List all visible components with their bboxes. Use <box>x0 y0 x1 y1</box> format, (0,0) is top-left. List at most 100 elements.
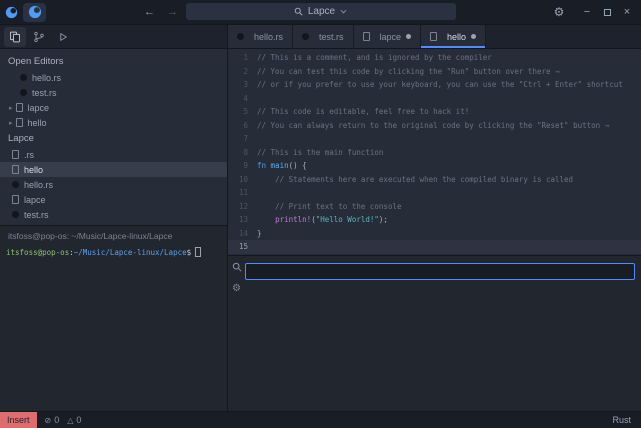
maximize-icon <box>604 9 611 16</box>
code-line[interactable]: 2// You can test this code by clicking t… <box>228 65 641 79</box>
code-line[interactable]: 1// This is a comment, and is ignored by… <box>228 51 641 65</box>
back-button[interactable]: ← <box>144 6 155 18</box>
line-number: 9 <box>228 161 248 170</box>
line-number: 13 <box>228 215 248 224</box>
tree-item-lapce[interactable]: ▸ lapce <box>0 100 227 115</box>
sidebar-toolbar <box>0 25 227 49</box>
tree-item-hello-rs[interactable]: hello.rs <box>0 70 227 85</box>
search-input[interactable] <box>245 263 635 280</box>
section-header-lapce[interactable]: Lapce <box>0 130 227 147</box>
editor-column: hello.rs test.rs lapce hello 1// This is a … <box>228 25 641 411</box>
tree-item-lapce[interactable]: lapce <box>0 192 227 207</box>
tree-item-test-rs[interactable]: test.rs <box>0 207 227 222</box>
file-icon <box>430 32 437 41</box>
tree-item-hello[interactable]: hello <box>0 162 227 177</box>
code-line[interactable]: 3// or if you prefer to use your keyboar… <box>228 78 641 92</box>
file-icon <box>12 195 19 204</box>
file-icon <box>363 32 370 41</box>
code-text: fn main() { <box>257 161 307 170</box>
error-icon: ⊘ <box>45 416 52 425</box>
code-line[interactable]: 9 fn main() { <box>228 159 641 173</box>
line-number: 15 <box>228 242 248 251</box>
code-line[interactable]: 8// This is the main function <box>228 146 641 160</box>
terminal-prompt: itsfoss@pop-os:~/Music/Lapce-linux/Lapce… <box>0 243 227 261</box>
code-line[interactable]: 15 <box>228 240 641 254</box>
tree-section-lapce: Lapce .rs hello hello.rs lapce test.rs <box>0 130 227 222</box>
line-number: 4 <box>228 94 248 103</box>
file-icon <box>16 103 23 112</box>
lapce-window: ← → Lapce ⚙ − × <box>0 0 641 428</box>
code-line[interactable]: 7 <box>228 132 641 146</box>
titlebar-controls: ⚙ − × <box>549 0 641 24</box>
minimize-button[interactable]: − <box>577 0 597 24</box>
code-line[interactable]: 12 // Print text to the console <box>228 200 641 214</box>
section-header-open-editors[interactable]: Open Editors <box>0 53 227 70</box>
tab-hello[interactable]: hello <box>421 25 486 48</box>
line-number: 10 <box>228 175 248 184</box>
file-name: hello.rs <box>24 180 53 190</box>
tab-test-rs[interactable]: test.rs <box>293 25 354 48</box>
statusbar: Insert ⊘ 0 △ 0 Rust <box>0 411 641 428</box>
maximize-button[interactable] <box>597 0 617 24</box>
code-line[interactable]: 11 <box>228 186 641 200</box>
workspace-logo-button[interactable] <box>23 3 46 22</box>
code-text: // You can always return to the original… <box>257 121 609 130</box>
tab-lapce[interactable]: lapce <box>354 25 422 48</box>
tree-item-hello-rs[interactable]: hello.rs <box>0 177 227 192</box>
tab-label: test.rs <box>319 32 344 42</box>
close-button[interactable]: × <box>617 0 637 24</box>
editor[interactable]: 1// This is a comment, and is ignored by… <box>228 49 641 255</box>
source-control-icon[interactable] <box>28 27 50 47</box>
panel-search-icon[interactable] <box>232 262 242 272</box>
code-line[interactable]: 10 // Statements here are executed when … <box>228 173 641 187</box>
rust-file-icon <box>12 181 19 188</box>
file-name: lapce <box>24 195 46 205</box>
command-palette[interactable]: Lapce <box>186 3 456 20</box>
main-area: Open Editorshello.rstest.rs▸lapce▸helloL… <box>0 25 641 411</box>
code-text: // You can test this code by clicking th… <box>257 67 560 76</box>
terminal-title: itsfoss@pop-os: ~/Music/Lapce-linux/Lapc… <box>0 226 227 243</box>
tab-label: hello <box>447 32 466 42</box>
code-line[interactable]: 6 // You can always return to the origina… <box>228 119 641 133</box>
file-icon <box>12 165 19 174</box>
warnings-indicator[interactable]: △ 0 <box>67 415 81 425</box>
code-text: // This is the main function <box>257 148 383 157</box>
navigation-arrows: ← → <box>144 0 178 24</box>
panel-gear-icon[interactable]: ⚙ <box>232 283 241 294</box>
file-name: lapce <box>28 103 50 113</box>
file-name: hello.rs <box>32 73 61 83</box>
code-line[interactable]: 14} <box>228 227 641 241</box>
line-number: 5 <box>228 107 248 116</box>
errors-indicator[interactable]: ⊘ 0 <box>45 415 60 425</box>
error-count: 0 <box>54 415 59 425</box>
file-icon <box>12 150 19 159</box>
code-text: // Statements here are executed when the… <box>257 175 573 184</box>
code-line[interactable]: 5 // This code is editable, feel free to … <box>228 105 641 119</box>
tree-item-rs[interactable]: .rs <box>0 147 227 162</box>
language-indicator[interactable]: Rust <box>612 415 631 425</box>
mode-badge[interactable]: Insert <box>0 412 37 428</box>
file-explorer-icon[interactable] <box>4 27 26 47</box>
titlebar-left <box>0 3 46 22</box>
code-text: // This code is editable, feel free to h… <box>257 107 469 116</box>
search-icon <box>294 7 303 16</box>
line-number: 6 <box>228 121 248 130</box>
code-line[interactable]: 4 <box>228 92 641 106</box>
file-name: hello <box>24 165 43 175</box>
tree-item-hello[interactable]: ▸hello <box>0 115 227 130</box>
file-name: .rs <box>24 150 34 160</box>
panel-body <box>245 256 641 411</box>
tree-item-test-rs[interactable]: test.rs <box>0 85 227 100</box>
code-text: println!("Hello World!"); <box>257 215 388 224</box>
titlebar: ← → Lapce ⚙ − × <box>0 0 641 25</box>
code-line[interactable]: 13 println!("Hello World!"); <box>228 213 641 227</box>
chevron-right-icon: ▸ <box>9 104 13 112</box>
forward-button[interactable]: → <box>167 6 178 18</box>
terminal-panel[interactable]: itsfoss@pop-os: ~/Music/Lapce-linux/Lapc… <box>0 225 227 411</box>
debug-run-icon[interactable] <box>52 27 74 47</box>
tab-hello-rs[interactable]: hello.rs <box>228 25 293 48</box>
settings-gear-icon[interactable]: ⚙ <box>549 0 569 24</box>
tree-section-open-editors: Open Editors hello.rs test.rs ▸ lapce ▸hello <box>0 53 227 130</box>
tab-bar: hello.rs test.rs lapce hello <box>228 25 641 49</box>
line-number: 14 <box>228 229 248 238</box>
